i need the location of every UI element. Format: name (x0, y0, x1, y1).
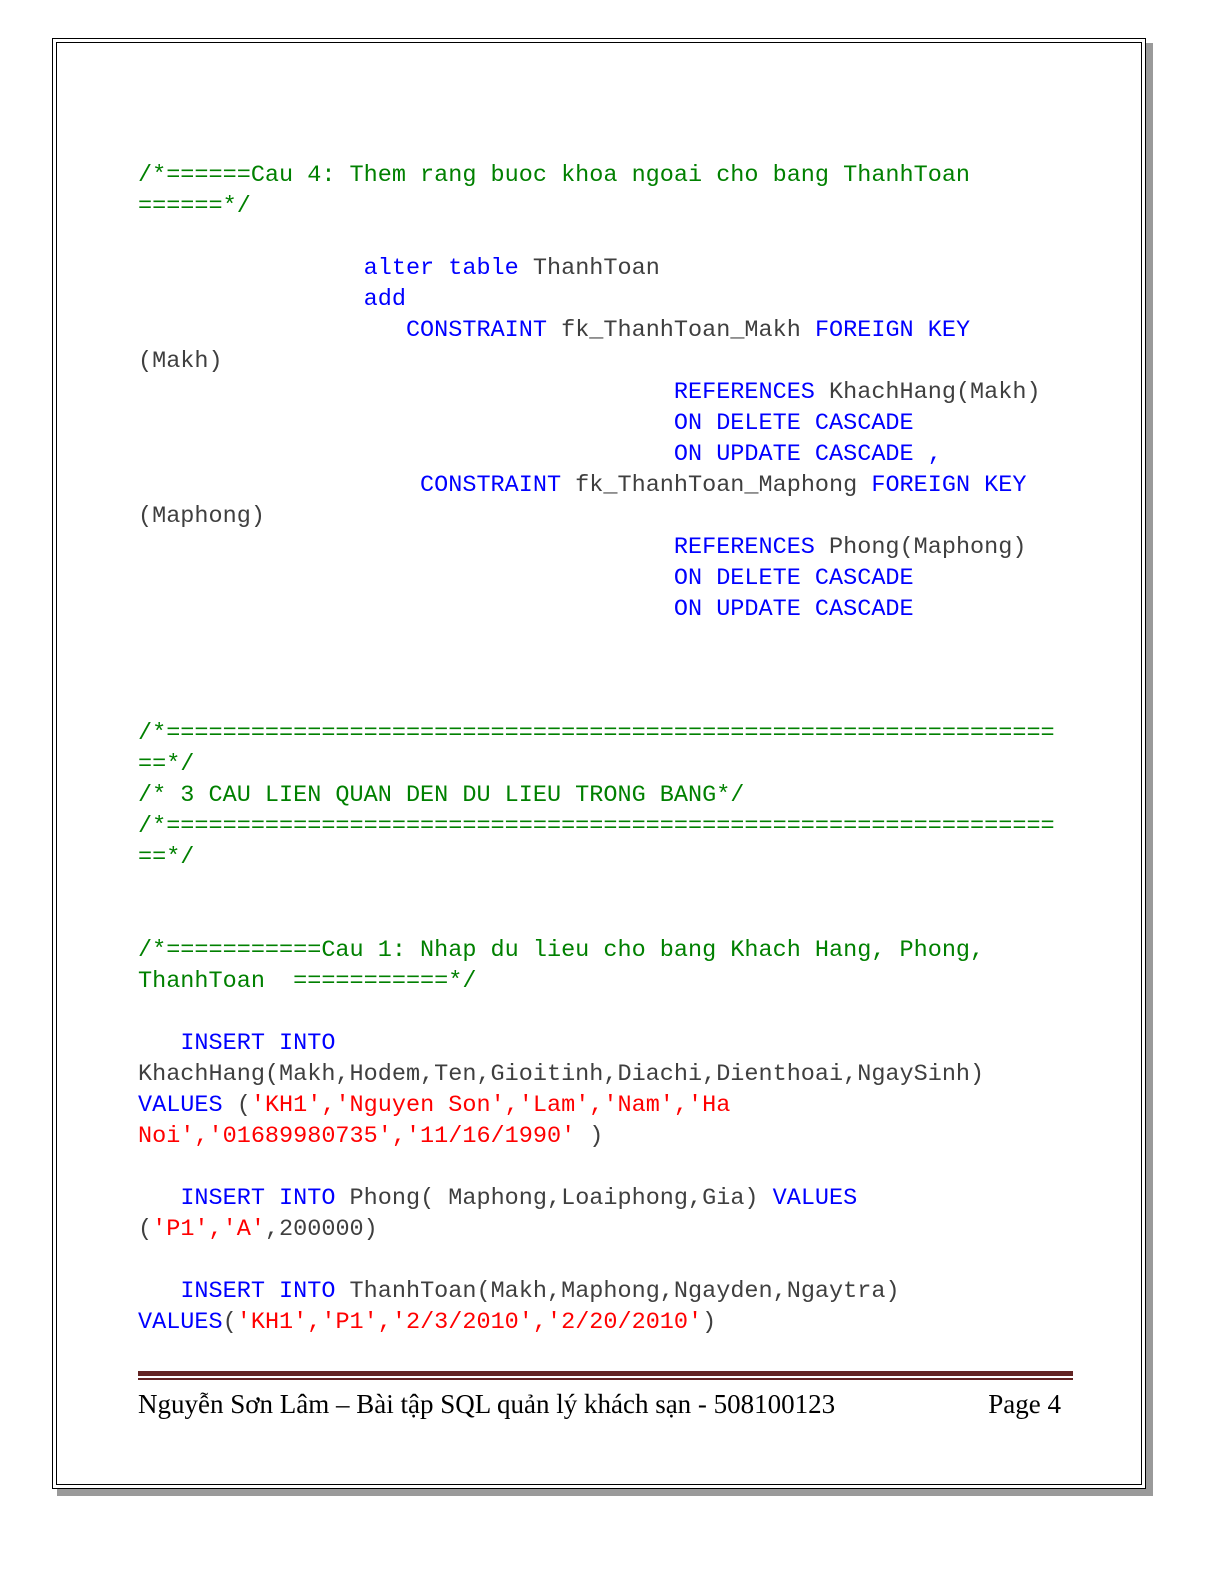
insert-statement-phong: INSERT INTO Phong( Maphong,Loaiphong,Gia… (138, 1183, 1056, 1245)
alter-table-target: ThanhToan (518, 255, 660, 282)
references-keyword-1: REFERENCES (673, 379, 815, 406)
add-clause: add (138, 284, 1056, 315)
on-update-cascade-1: ON UPDATE CASCADE , (138, 439, 1056, 470)
constraint-clause-2: CONSTRAINT fk_ThanhToan_Maphong FOREIGN … (138, 470, 1056, 532)
section-title-comment-text: /* 3 CAU LIEN QUAN DEN DU LIEU TRONG BAN… (138, 782, 745, 809)
insert-statement-thanhtoan: INSERT INTO ThanhToan(Makh,Maphong,Ngayd… (138, 1276, 1056, 1338)
references-clause-1: REFERENCES KhachHang(Makh) (138, 377, 1056, 408)
insert-target-thanhtoan: ThanhToan(Makh,Maphong,Ngayden,Ngaytra) (335, 1278, 900, 1305)
on-delete-cascade-text-1: ON DELETE CASCADE (673, 410, 914, 437)
values-price-phong: ,200000 (264, 1216, 364, 1243)
on-delete-cascade-text-2: ON DELETE CASCADE (673, 565, 914, 592)
values-list-thanhtoan: 'KH1','P1','2/3/2010','2/20/2010' (236, 1309, 703, 1336)
separator-comment-top-text: /*======================================… (138, 720, 1055, 778)
values-close-paren-3: ) (702, 1309, 717, 1336)
add-keyword: add (363, 286, 406, 313)
code-content-area: /*======Cau 4: Them rang buoc khoa ngoai… (138, 160, 1056, 1338)
values-close-paren-1: ) (575, 1123, 604, 1150)
on-update-cascade-2: ON UPDATE CASCADE (138, 594, 1056, 625)
insert-statement-khachhang: INSERT INTO KhachHang(Makh,Hodem,Ten,Gio… (138, 1028, 1056, 1152)
section-title-comment: /* 3 CAU LIEN QUAN DEN DU LIEU TRONG BAN… (138, 780, 1056, 811)
constraint-keyword-2: CONSTRAINT (420, 472, 562, 499)
constraint-name-1: fk_ThanhToan_Makh (546, 317, 815, 344)
insert-into-keyword-3: INSERT INTO (180, 1278, 336, 1305)
comment-cau4-text: /*======Cau 4: Them rang buoc khoa ngoai… (138, 162, 985, 220)
insert-into-keyword-2: INSERT INTO (180, 1185, 336, 1212)
insert-target-khachhang: KhachHang(Makh,Hodem,Ten,Gioitinh,Diachi… (138, 1061, 999, 1088)
references-target-2: Phong(Maphong) (814, 534, 1027, 561)
footer-author-title: Nguyễn Sơn Lâm – Bài tập SQL quản lý khá… (138, 1389, 836, 1419)
insert-target-phong: Phong( Maphong,Loaiphong,Gia) (335, 1185, 773, 1212)
constraint-keyword-1: CONSTRAINT (405, 317, 547, 344)
values-open-paren-3: ( (222, 1309, 237, 1336)
values-keyword-3: VALUES (138, 1309, 223, 1336)
separator-comment-bottom: /*======================================… (138, 811, 1056, 873)
on-update-cascade-text-2: ON UPDATE CASCADE (673, 596, 914, 623)
constraint-name-2: fk_ThanhToan_Maphong (561, 472, 872, 499)
comment-cau1: /*===========Cau 1: Nhap du lieu cho ban… (138, 935, 1056, 997)
values-keyword-1: VALUES (138, 1092, 223, 1119)
foreign-key-keyword-1: FOREIGN KEY (814, 317, 971, 344)
on-update-cascade-text-1: ON UPDATE CASCADE , (673, 441, 942, 468)
footer-content-row: Nguyễn Sơn Lâm – Bài tập SQL quản lý khá… (138, 1389, 1073, 1420)
separator-comment-bottom-text: /*======================================… (138, 813, 1055, 871)
foreign-key-keyword-2: FOREIGN KEY (871, 472, 1027, 499)
constraint-clause-1: CONSTRAINT fk_ThanhToan_Makh FOREIGN KEY… (138, 315, 1056, 377)
values-open-paren-1: ( (222, 1092, 251, 1119)
values-list-phong: 'P1','A' (152, 1216, 265, 1243)
footer-divider-thin (138, 1378, 1073, 1380)
alter-table-statement: alter table ThanhToan (138, 253, 1056, 284)
comment-cau1-text: /*===========Cau 1: Nhap du lieu cho ban… (138, 937, 999, 995)
separator-comment-top: /*======================================… (138, 718, 1056, 780)
alter-table-keyword: alter table (363, 255, 519, 282)
references-keyword-2: REFERENCES (673, 534, 815, 561)
footer-page-number: Page 4 (988, 1389, 1061, 1419)
values-close-paren-2: ) (363, 1216, 378, 1243)
insert-into-keyword-1: INSERT INTO (180, 1030, 336, 1057)
on-delete-cascade-2: ON DELETE CASCADE (138, 563, 1056, 594)
values-open-paren-2: ( (138, 1216, 153, 1243)
references-target-1: KhachHang(Makh) (814, 379, 1041, 406)
comment-cau4: /*======Cau 4: Them rang buoc khoa ngoai… (138, 160, 1056, 222)
references-clause-2: REFERENCES Phong(Maphong) (138, 532, 1056, 563)
values-keyword-2: VALUES (772, 1185, 858, 1212)
page-footer: Nguyễn Sơn Lâm – Bài tập SQL quản lý khá… (138, 1371, 1073, 1420)
document-page: /*======Cau 4: Them rang buoc khoa ngoai… (0, 0, 1224, 1584)
on-delete-cascade-1: ON DELETE CASCADE (138, 408, 1056, 439)
